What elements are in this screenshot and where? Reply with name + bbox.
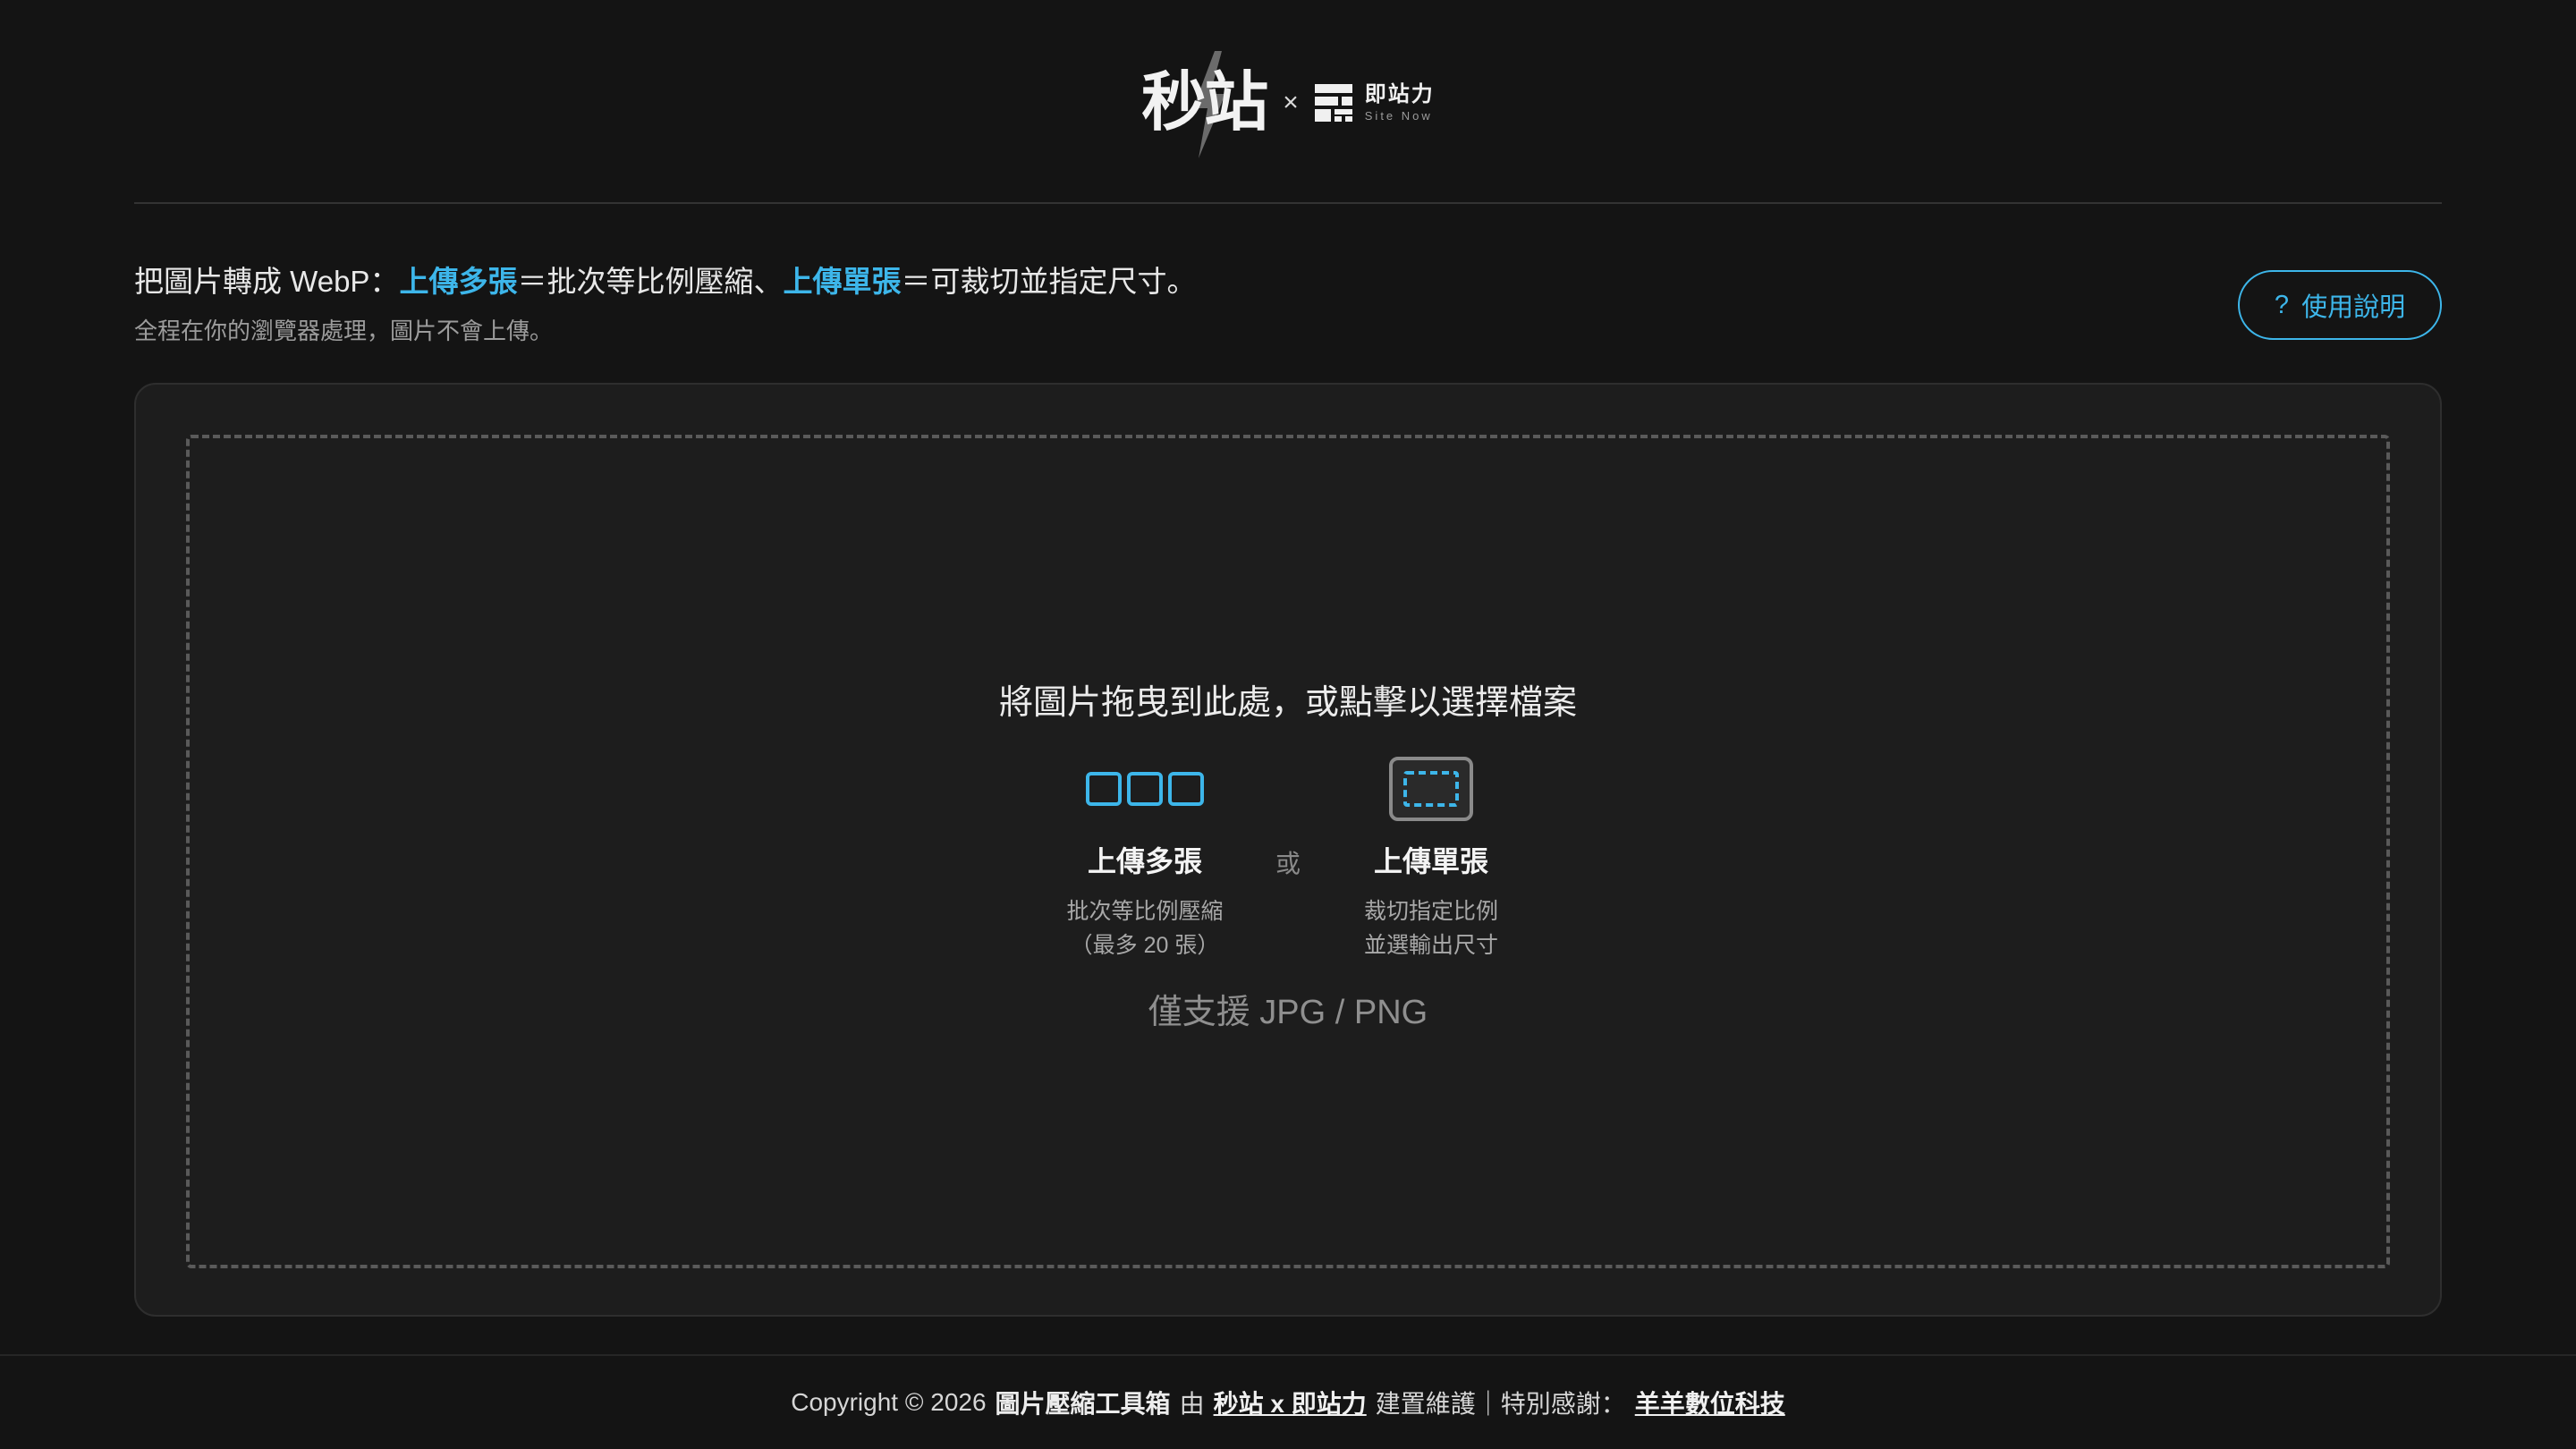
help-button[interactable]: ? 使用說明	[2238, 270, 2442, 340]
site-now-logo-icon	[1314, 84, 1352, 122]
footer-thanks-link[interactable]: 羊羊數位科技	[1635, 1385, 1785, 1420]
partner-logo-en: Site Now	[1364, 109, 1433, 123]
partner-logo-text: 即站力 Site Now	[1364, 82, 1435, 123]
logo-separator: ×	[1283, 88, 1299, 117]
logo[interactable]: 秒站 × 即站力 Site Now	[1141, 51, 1435, 158]
upload-multiple-title: 上傳多張	[1087, 845, 1202, 877]
upload-single-desc-line2: 並選輸出尺寸	[1363, 933, 1498, 958]
upload-single-title: 上傳單張	[1373, 845, 1488, 877]
help-button-label: 使用說明	[2301, 293, 2406, 322]
intro-prefix: 把圖片轉成 WebP：	[134, 265, 400, 298]
upload-single-desc: 裁切指定比例 並選輸出尺寸	[1364, 894, 1498, 962]
footer: Copyright © 2026 圖片壓縮工具箱 由 秒站 x 即站力 建置維護…	[0, 1354, 2576, 1449]
crop-frame-icon	[1389, 757, 1473, 821]
logo-main: 秒站	[1141, 51, 1268, 158]
supported-formats: 僅支援 JPG / PNG	[1148, 994, 1428, 1031]
footer-maintained: 建置維護｜特別感謝：	[1375, 1390, 1626, 1418]
intro-subtitle: 全程在你的瀏覽器處理，圖片不會上傳。	[134, 318, 554, 344]
or-separator: 或	[1275, 850, 1301, 877]
footer-by: 由	[1179, 1390, 1205, 1418]
intro-title: 把圖片轉成 WebP：上傳多張＝批次等比例壓縮、上傳單張＝可裁切並指定尺寸。	[134, 259, 1196, 304]
upload-panel: 將圖片拖曳到此處，或點擊以選擇檔案 上傳多張 批次等比例壓縮 （最多 20 張）	[134, 383, 2442, 1317]
upload-multiple-option[interactable]: 上傳多張 批次等比例壓縮 （最多 20 張）	[1042, 757, 1248, 962]
partner-logo: 即站力 Site Now	[1314, 82, 1435, 123]
logo-main-text: 秒站	[1141, 67, 1268, 139]
intro: 把圖片轉成 WebP：上傳多張＝批次等比例壓縮、上傳單張＝可裁切並指定尺寸。 全…	[134, 259, 1196, 346]
dropzone-title: 將圖片拖曳到此處，或點擊以選擇檔案	[998, 684, 1577, 722]
intro-single-label: 上傳單張	[783, 265, 902, 298]
partner-logo-cn: 即站力	[1364, 82, 1435, 106]
footer-maker-link[interactable]: 秒站 x 即站力	[1214, 1385, 1367, 1420]
upload-multiple-desc-line2: （最多 20 張）	[1070, 933, 1220, 958]
footer-copyright: Copyright © 2026	[791, 1388, 987, 1416]
footer-app-name: 圖片壓縮工具箱	[995, 1390, 1171, 1418]
intro-single-desc: ＝可裁切並指定尺寸。	[901, 265, 1197, 298]
upload-multiple-desc: 批次等比例壓縮 （最多 20 張）	[1066, 894, 1223, 962]
upload-single-option[interactable]: 上傳單張 裁切指定比例 並選輸出尺寸	[1328, 757, 1534, 962]
question-icon: ?	[2274, 290, 2290, 319]
upload-single-desc-line1: 裁切指定比例	[1363, 899, 1498, 924]
upload-modes: 上傳多張 批次等比例壓縮 （最多 20 張） 或 上傳單張 裁切指定比例 並選輸…	[190, 757, 2386, 962]
three-squares-icon	[1086, 757, 1204, 821]
intro-multi-desc: ＝批次等比例壓縮、	[517, 265, 784, 298]
upload-multiple-desc-line1: 批次等比例壓縮	[1066, 899, 1224, 924]
dropzone[interactable]: 將圖片拖曳到此處，或點擊以選擇檔案 上傳多張 批次等比例壓縮 （最多 20 張）	[186, 435, 2390, 1268]
intro-multi-label: 上傳多張	[399, 265, 518, 298]
header: 秒站 × 即站力 Site Now	[134, 0, 2442, 204]
page: 秒站 × 即站力 Site Now 把圖片轉成 WebP：上傳多張＝批次等比例壓…	[0, 0, 2576, 1449]
